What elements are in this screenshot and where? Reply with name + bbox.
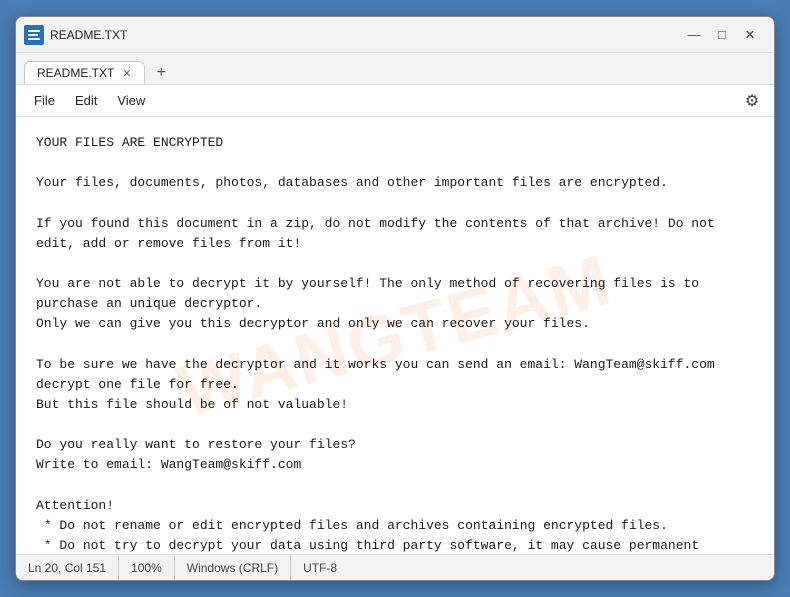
status-bar: Ln 20, Col 151 100% Windows (CRLF) UTF-8: [16, 554, 774, 580]
menu-bar: File Edit View ⚙: [16, 85, 774, 117]
tab-bar: README.TXT ✕ +: [16, 53, 774, 85]
active-tab[interactable]: README.TXT ✕: [24, 61, 145, 84]
maximize-button[interactable]: □: [708, 21, 736, 49]
tab-close-button[interactable]: ✕: [122, 67, 131, 80]
minimize-button[interactable]: —: [680, 21, 708, 49]
line-ending: Windows (CRLF): [175, 555, 291, 580]
menu-file[interactable]: File: [24, 89, 65, 112]
title-bar: README.TXT — □ ✕: [16, 17, 774, 53]
main-window: README.TXT — □ ✕ README.TXT ✕ + File Edi…: [15, 16, 775, 581]
zoom-level: 100%: [119, 555, 175, 580]
cursor-position: Ln 20, Col 151: [28, 555, 119, 580]
tab-label: README.TXT: [37, 66, 114, 80]
settings-icon[interactable]: ⚙: [738, 87, 766, 115]
menu-edit[interactable]: Edit: [65, 89, 107, 112]
window-title: README.TXT: [50, 28, 680, 42]
close-button[interactable]: ✕: [736, 21, 764, 49]
app-icon: [24, 25, 44, 45]
text-editor-area[interactable]: WANGTEAM YOUR FILES ARE ENCRYPTED Your f…: [16, 117, 774, 554]
encoding: UTF-8: [291, 555, 349, 580]
menu-view[interactable]: View: [107, 89, 155, 112]
add-tab-button[interactable]: +: [149, 62, 174, 84]
file-content: YOUR FILES ARE ENCRYPTED Your files, doc…: [36, 133, 754, 554]
